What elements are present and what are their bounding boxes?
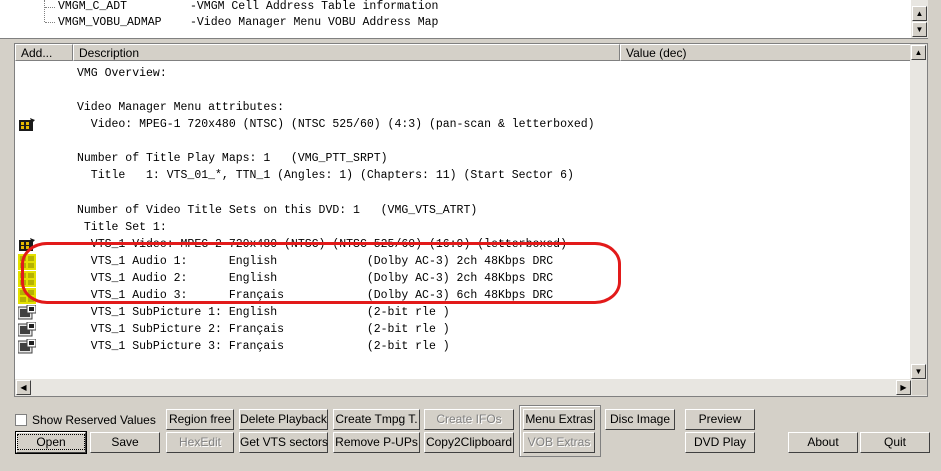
- tree-item-desc: -Video Manager Menu VOBU Address Map: [190, 16, 439, 29]
- disc-image-button[interactable]: Disc Image: [605, 409, 675, 430]
- scroll-corner: [912, 380, 927, 395]
- tree-scrollbar[interactable]: ▲ ▼: [911, 0, 928, 38]
- scroll-down-icon[interactable]: ▼: [912, 22, 927, 37]
- detail-line[interactable]: Number of Video Title Sets on this DVD: …: [77, 202, 477, 219]
- save-button[interactable]: Save: [90, 432, 160, 453]
- film-icon: [18, 117, 36, 133]
- tree-item-name: VMGM_VOBU_ADMAP: [58, 16, 162, 29]
- ifo-tree-view[interactable]: VMGM_C_ADT -VMGM Cell Address Table info…: [0, 0, 928, 39]
- scroll-down-icon[interactable]: ▼: [911, 364, 926, 379]
- preview-button[interactable]: Preview: [685, 409, 755, 430]
- show-reserved-checkbox[interactable]: [15, 414, 27, 426]
- scroll-up-icon[interactable]: ▲: [911, 45, 926, 60]
- region-free-button[interactable]: Region free: [166, 409, 234, 430]
- delete-playback-button[interactable]: Delete Playback: [239, 409, 328, 430]
- dvd-play-button[interactable]: DVD Play: [685, 432, 755, 453]
- detail-line[interactable]: Title 1: VTS_01_*, TTN_1 (Angles: 1) (Ch…: [77, 167, 574, 184]
- quit-button[interactable]: Quit: [860, 432, 930, 453]
- remove-pups-button[interactable]: Remove P-UPs: [333, 432, 420, 453]
- create-tmpg-button[interactable]: Create Tmpg T.: [333, 409, 420, 430]
- tree-item-vmgm-c-adt[interactable]: VMGM_C_ADT: [58, 0, 127, 15]
- scroll-right-icon[interactable]: ▶: [896, 380, 911, 395]
- tree-connector: [45, 7, 55, 8]
- highlight-annotation: [21, 242, 621, 304]
- get-vts-sectors-button[interactable]: Get VTS sectors: [239, 432, 328, 453]
- vertical-scrollbar[interactable]: ▲ ▼: [910, 44, 927, 381]
- column-value[interactable]: Value (dec): [620, 44, 912, 61]
- detail-line[interactable]: Number of Title Play Maps: 1 (VMG_PTT_SR…: [77, 150, 388, 167]
- tree-item-vmgm-vobu-admap[interactable]: VMGM_VOBU_ADMAP: [58, 15, 162, 31]
- vob-extras-button[interactable]: VOB Extras: [523, 432, 595, 453]
- detail-line[interactable]: VTS_1 SubPicture 3: Français (2-bit rle …: [77, 338, 450, 355]
- scroll-left-icon[interactable]: ◀: [16, 380, 31, 395]
- detail-line[interactable]: Video: MPEG-1 720x480 (NTSC) (NTSC 525/6…: [77, 116, 595, 133]
- ifo-detail-list[interactable]: Add... Description Value (dec) VMG Overv…: [14, 43, 928, 397]
- detail-line[interactable]: VTS_1 SubPicture 2: Français (2-bit rle …: [77, 321, 450, 338]
- detail-line[interactable]: VTS_1 SubPicture 1: English (2-bit rle ): [77, 304, 450, 321]
- scroll-up-icon[interactable]: ▲: [912, 6, 927, 21]
- create-ifos-button[interactable]: Create IFOs: [424, 409, 514, 430]
- tree-item-name: VMGM_C_ADT: [58, 0, 128, 13]
- tree-connector: [45, 22, 55, 23]
- hexedit-button[interactable]: HexEdit: [166, 432, 234, 453]
- open-button[interactable]: Open: [15, 431, 87, 454]
- column-addr[interactable]: Add...: [15, 44, 73, 61]
- tree-connector: [44, 0, 45, 22]
- subpicture-icon: [17, 338, 37, 355]
- about-button[interactable]: About: [788, 432, 858, 453]
- column-description[interactable]: Description: [73, 44, 620, 61]
- detail-line[interactable]: VMG Overview:: [77, 65, 167, 82]
- detail-line[interactable]: Title Set 1:: [77, 219, 167, 236]
- subpicture-icon: [17, 321, 37, 338]
- open-button-label: Open: [17, 434, 85, 450]
- show-reserved-label: Show Reserved Values: [32, 413, 156, 427]
- copy2clipboard-button[interactable]: Copy2Clipboard: [424, 432, 514, 453]
- detail-line[interactable]: Video Manager Menu attributes:: [77, 99, 284, 116]
- horizontal-scrollbar[interactable]: ◀ ▶: [15, 379, 927, 396]
- menu-extras-button[interactable]: Menu Extras: [523, 409, 595, 430]
- column-header: Add... Description Value (dec): [15, 44, 912, 61]
- tree-item-desc: -VMGM Cell Address Table information: [190, 0, 439, 13]
- subpicture-icon: [17, 304, 37, 321]
